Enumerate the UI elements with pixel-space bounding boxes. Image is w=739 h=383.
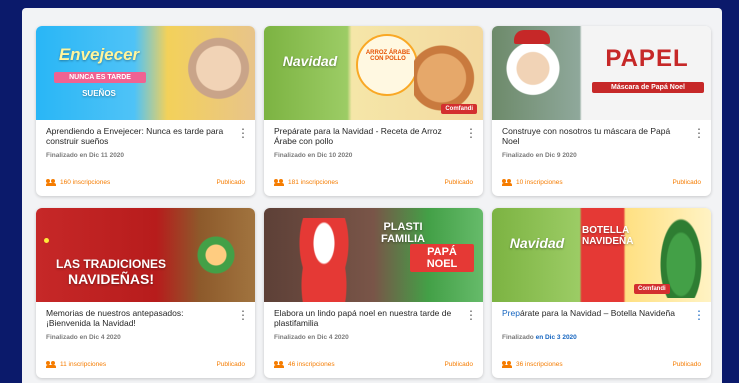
banner-chip (44, 238, 49, 243)
enrollment-count: 46 inscripciones (274, 361, 335, 368)
food-plate (356, 34, 418, 96)
banner-chip: NUNCA ES TARDE (54, 72, 146, 83)
card-footer: 10 inscripciones Publicado (502, 179, 701, 186)
card-body: Aprendiendo a Envejecer: Nunca es tarde … (36, 120, 255, 159)
course-card[interactable]: PAPEL Máscara de Papá Noel Construye con… (492, 26, 711, 196)
course-card[interactable]: Navidad BOTELLA NAVIDEÑA Comfandi Prepár… (492, 208, 711, 378)
santa-hat (514, 30, 550, 44)
santa-figure (294, 218, 354, 302)
banner-headline: Navidad (509, 235, 565, 251)
course-title[interactable]: Memorias de nuestros antepasados: ¡Bienv… (46, 308, 228, 330)
person-photo (164, 26, 255, 120)
people-icon (274, 361, 284, 368)
course-date: Finalizado en Dic 4 2020 (274, 334, 349, 341)
card-footer: 46 inscripciones Publicado (274, 361, 473, 368)
ornaments-photo (186, 222, 246, 288)
people-icon (46, 179, 56, 186)
card-footer: 36 inscripciones Publicado (502, 361, 701, 368)
banner-chip: PAPÁ NOEL (410, 244, 474, 272)
card-body: Elabora un lindo papá noel en nuestra ta… (264, 302, 483, 341)
people-icon (502, 361, 512, 368)
enrollment-count: 10 inscripciones (502, 179, 563, 186)
more-options-icon[interactable]: ⋮ (237, 309, 249, 324)
course-date: Finalizado en Dic 3 2020 (502, 334, 577, 341)
more-options-icon[interactable]: ⋮ (693, 309, 705, 324)
card-footer: 11 inscripciones Publicado (46, 361, 245, 368)
course-banner: Envejecer NUNCA ES TARDE SUEÑOS (36, 26, 255, 120)
status-label: Publicado (444, 361, 473, 368)
banner-subtext: SUEÑOS (82, 89, 116, 98)
people-icon (502, 179, 512, 186)
course-title[interactable]: Aprendiendo a Envejecer: Nunca es tarde … (46, 126, 228, 148)
enrollment-count: 36 inscripciones (502, 361, 563, 368)
more-options-icon[interactable]: ⋮ (693, 127, 705, 142)
banner-headline: PLASTI FAMILIA (381, 221, 425, 245)
card-body: Prepárate para la Navidad - Receta de Ar… (264, 120, 483, 159)
status-label: Publicado (216, 179, 245, 186)
banner-headline: Envejecer (58, 45, 140, 64)
course-title[interactable]: Prepárate para la Navidad – Botella Navi… (502, 308, 684, 330)
more-options-icon[interactable]: ⋮ (465, 309, 477, 324)
courses-panel: Envejecer NUNCA ES TARDE SUEÑOS Aprendie… (22, 8, 722, 383)
card-body: Prepárate para la Navidad – Botella Navi… (492, 302, 711, 341)
course-banner: PLASTI FAMILIA PAPÁ NOEL (264, 208, 483, 302)
people-icon (46, 361, 56, 368)
more-options-icon[interactable]: ⋮ (237, 127, 249, 142)
course-card[interactable]: LAS TRADICIONES NAVIDEÑAS! Memorias de n… (36, 208, 255, 378)
enrollment-count: 11 inscripciones (46, 361, 106, 368)
card-footer: 160 inscripciones Publicado (46, 179, 245, 186)
brand-chip: Comfandi (441, 104, 477, 114)
enrollment-count: 181 inscripciones (274, 179, 338, 186)
people-icon (274, 179, 284, 186)
status-label: Publicado (672, 361, 701, 368)
brand-chip: Comfandi (634, 284, 670, 294)
status-label: Publicado (444, 179, 473, 186)
status-label: Publicado (672, 179, 701, 186)
banner-headline: PAPEL (605, 45, 689, 72)
banner-chip: Máscara de Papá Noel (592, 82, 704, 93)
enrollment-count: 160 inscripciones (46, 179, 110, 186)
course-date: Finalizado en Dic 9 2020 (502, 152, 577, 159)
course-title[interactable]: Construye con nosotros tu máscara de Pap… (502, 126, 684, 148)
banner-subtext: NAVIDEÑAS! (67, 271, 155, 287)
course-banner: PAPEL Máscara de Papá Noel (492, 26, 711, 120)
course-title[interactable]: Prepárate para la Navidad - Receta de Ar… (274, 126, 456, 148)
course-date: Finalizado en Dic 10 2020 (274, 152, 353, 159)
course-title[interactable]: Elabora un lindo papá noel en nuestra ta… (274, 308, 456, 330)
course-banner: Navidad BOTELLA NAVIDEÑA Comfandi (492, 208, 711, 302)
course-banner: LAS TRADICIONES NAVIDEÑAS! (36, 208, 255, 302)
course-grid: Envejecer NUNCA ES TARDE SUEÑOS Aprendie… (36, 26, 711, 378)
banner-subtext: ARROZ ÁRABE CON POLLO (365, 50, 411, 63)
status-label: Publicado (216, 361, 245, 368)
course-card[interactable]: Envejecer NUNCA ES TARDE SUEÑOS Aprendie… (36, 26, 255, 196)
person-photo (498, 34, 568, 120)
course-date: Finalizado en Dic 4 2020 (46, 334, 121, 341)
banner-headline: Navidad (282, 53, 338, 69)
banner-headline: LAS TRADICIONES (55, 257, 166, 271)
card-body: Construye con nosotros tu máscara de Pap… (492, 120, 711, 159)
card-body: Memorias de nuestros antepasados: ¡Bienv… (36, 302, 255, 341)
more-options-icon[interactable]: ⋮ (465, 127, 477, 142)
course-banner: Navidad ARROZ ÁRABE CON POLLO Comfandi (264, 26, 483, 120)
course-card[interactable]: PLASTI FAMILIA PAPÁ NOEL Elabora un lind… (264, 208, 483, 378)
banner-subtext: BOTELLA NAVIDEÑA (582, 225, 634, 247)
card-footer: 181 inscripciones Publicado (274, 179, 473, 186)
course-card[interactable]: Navidad ARROZ ÁRABE CON POLLO Comfandi P… (264, 26, 483, 196)
course-date: Finalizado en Dic 11 2020 (46, 152, 125, 159)
